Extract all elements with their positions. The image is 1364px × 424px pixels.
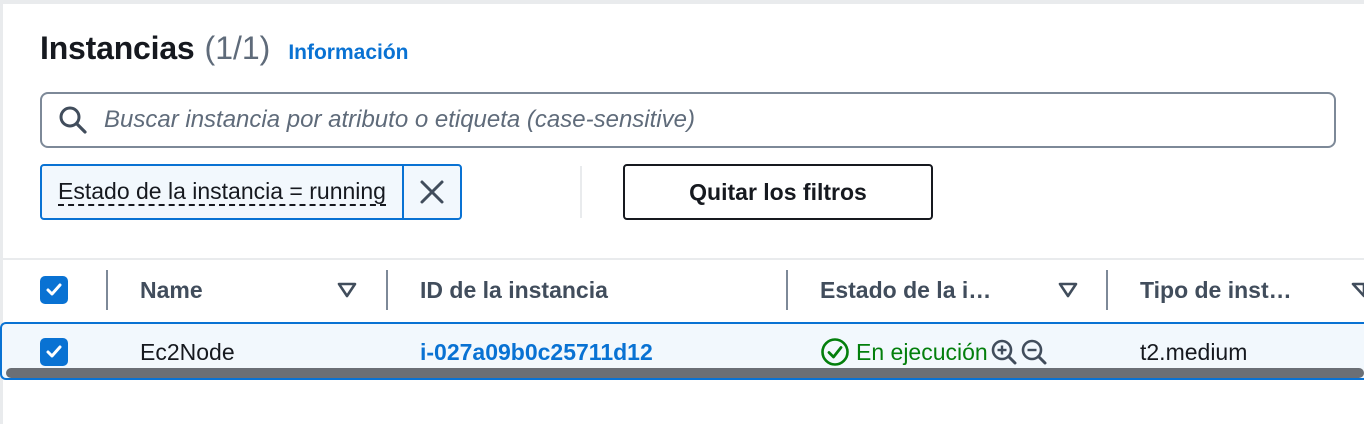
search-field[interactable] <box>40 92 1336 148</box>
info-link[interactable]: Información <box>288 41 408 65</box>
top-border <box>0 0 1364 4</box>
column-separator <box>106 270 108 310</box>
page-title: Instancias <box>40 30 195 66</box>
clear-filters-button[interactable]: Quitar los filtros <box>623 164 933 220</box>
filter-token-label[interactable]: Estado de la instancia = running <box>42 166 402 218</box>
checkbox-checked[interactable] <box>40 276 68 304</box>
toolbar-divider <box>580 166 582 218</box>
column-header-name[interactable]: Name <box>140 260 203 320</box>
status-text: En ejecución <box>856 338 988 365</box>
instance-count: (1/1) <box>204 30 271 66</box>
check-icon <box>46 283 62 296</box>
column-header-instance-id[interactable]: ID de la instancia <box>420 260 608 320</box>
sort-caret-icon[interactable] <box>1057 260 1079 320</box>
remove-filter-button[interactable] <box>401 166 460 218</box>
instance-name: Ec2Node <box>140 338 235 365</box>
column-header-label: Estado de la i… <box>820 276 992 303</box>
sort-caret-icon[interactable] <box>1350 260 1364 320</box>
zoom-in-icon[interactable] <box>990 338 1018 366</box>
filter-token[interactable]: Estado de la instancia = running <box>40 164 462 220</box>
status-badge: En ejecución <box>820 337 988 367</box>
column-separator[interactable] <box>1106 270 1108 310</box>
filter-token-text: Estado de la instancia = running <box>58 178 386 206</box>
close-icon <box>420 180 444 204</box>
instances-table: Name ID de la instancia Estado de la i… … <box>0 258 1364 424</box>
checkbox-checked[interactable] <box>40 338 68 366</box>
search-icon <box>56 103 90 137</box>
column-header-label: ID de la instancia <box>420 276 608 303</box>
check-circle-icon <box>821 338 849 366</box>
column-separator[interactable] <box>786 270 788 310</box>
column-separator[interactable] <box>386 270 388 310</box>
column-header-state[interactable]: Estado de la i… <box>820 260 991 320</box>
check-icon <box>46 345 62 358</box>
instance-id-link[interactable]: i-027a09b0c25711d12 <box>420 339 653 366</box>
column-header-label: Tipo de inst… <box>1140 276 1292 303</box>
horizontal-scrollbar[interactable] <box>6 368 1364 378</box>
sort-caret-icon[interactable] <box>336 260 358 320</box>
column-header-type[interactable]: Tipo de inst… <box>1140 260 1292 320</box>
table-header: Name ID de la instancia Estado de la i… … <box>0 258 1364 320</box>
select-all-checkbox[interactable] <box>40 260 68 320</box>
column-header-label: Name <box>140 276 203 303</box>
zoom-out-icon[interactable] <box>1020 338 1048 366</box>
search-input[interactable] <box>104 106 1334 134</box>
instance-type: t2.medium <box>1140 338 1248 365</box>
panel-header: Instancias (1/1) Información <box>40 30 409 74</box>
